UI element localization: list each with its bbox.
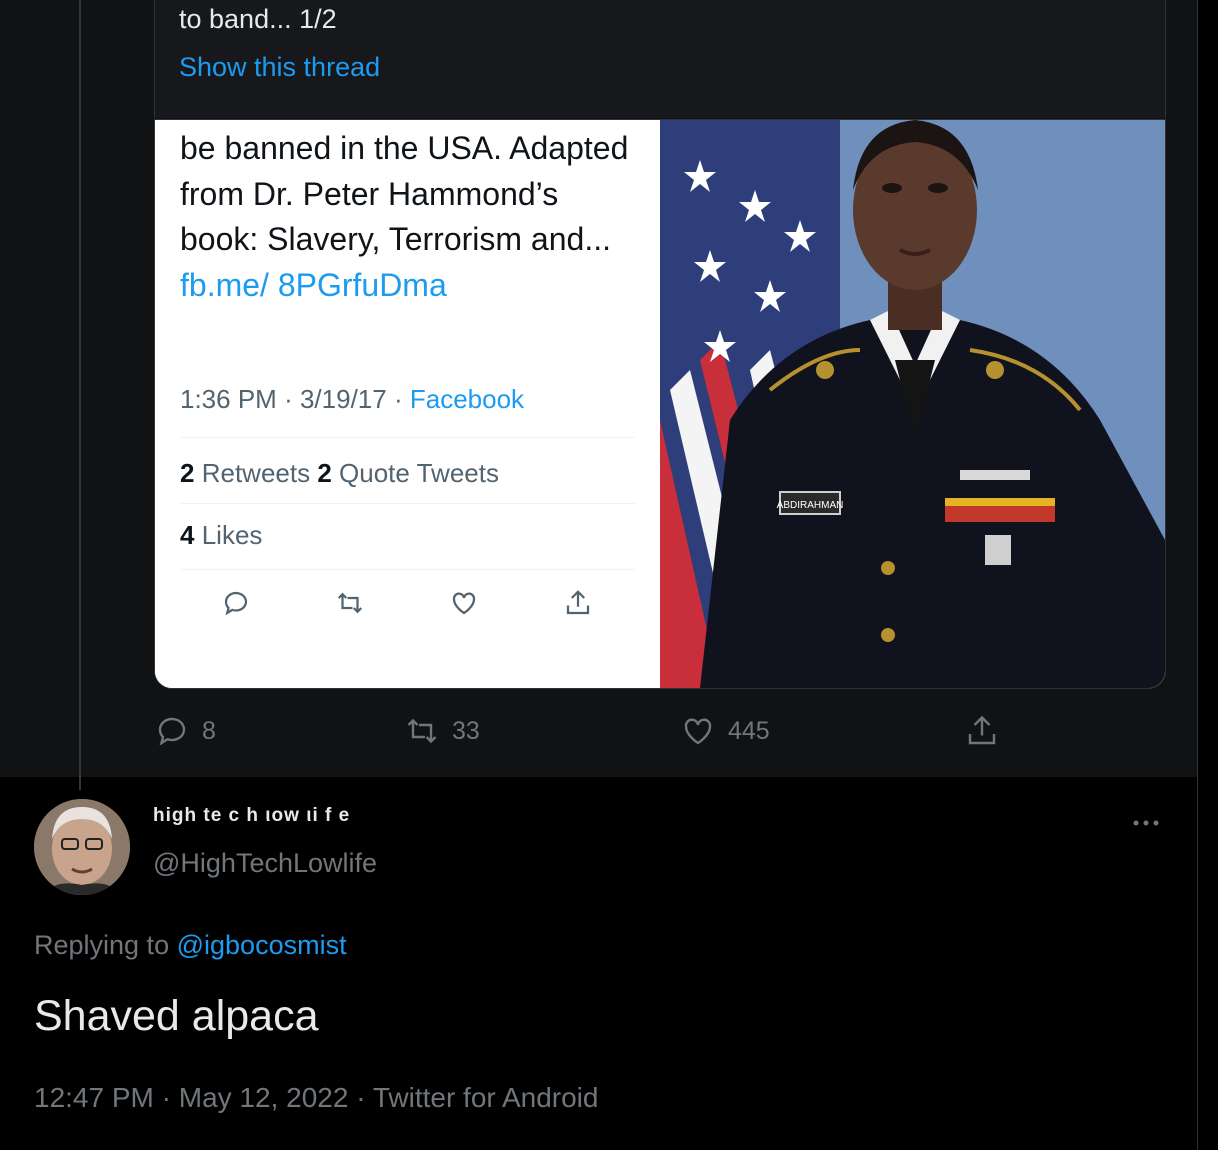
mention-link[interactable]: @igbocosmist (177, 930, 347, 960)
likes-label: Likes (201, 520, 263, 550)
tweet-media[interactable]: be banned in the USA. Adapted from Dr. P… (154, 119, 1166, 689)
retweets-label: Retweets (201, 458, 311, 488)
display-name[interactable]: high te c h ιow ιi f e (153, 805, 350, 827)
meta-separator: · (393, 384, 403, 414)
share-icon (968, 715, 996, 745)
screenshot-meta: 1:36 PM · 3/19/17 · Facebook (180, 384, 524, 415)
tweet-time[interactable]: 12:47 PM (34, 1082, 154, 1113)
share-icon (566, 590, 590, 615)
likes-count: 4 (180, 520, 195, 550)
user-handle[interactable]: @HighTechLowlife (153, 848, 377, 879)
like-button[interactable]: 445 (680, 713, 770, 749)
tweet-text: Shaved alpaca (34, 992, 319, 1040)
show-thread-link[interactable]: Show this thread (179, 52, 380, 83)
tweet-action-bar: 8 33 445 (154, 713, 1034, 753)
avatar[interactable] (34, 799, 130, 895)
share-button[interactable] (964, 713, 1000, 749)
tweet-timestamp: 12:47 PM · May 12, 2022 · Twitter for An… (34, 1082, 598, 1114)
replying-to-line: Replying to @igbocosmist (34, 930, 347, 961)
media-image-portrait-photo[interactable]: ABDIRAHMAN (660, 120, 1165, 688)
tweet-date[interactable]: May 12, 2022 (179, 1082, 349, 1113)
screenshot-link: fb.me/ 8PGrfuDma (180, 266, 447, 303)
screenshot-stats: 2 Retweets 2 Quote Tweets (180, 458, 499, 489)
meta-separator: · (284, 384, 293, 414)
divider (180, 569, 635, 570)
screenshot-date: 3/19/17 (299, 384, 387, 414)
name-tag: ABDIRAHMAN (777, 500, 844, 511)
tweet-client[interactable]: Twitter for Android (373, 1082, 599, 1113)
more-options-icon[interactable] (1128, 808, 1164, 838)
screenshot-source: Facebook (409, 384, 525, 414)
meta-separator: · (356, 1082, 366, 1113)
retweet-count: 33 (452, 716, 480, 745)
like-icon (684, 718, 712, 745)
meta-separator: · (161, 1082, 171, 1113)
divider (180, 437, 635, 438)
quotes-count: 2 (317, 458, 332, 488)
screenshot-time: 1:36 PM (180, 384, 277, 414)
avatar-image (34, 799, 130, 895)
reply-button[interactable]: 8 (154, 713, 216, 749)
like-count: 445 (728, 716, 770, 745)
quoted-tweet-text: to band... 1/2 (179, 4, 337, 34)
media-image-tweet-screenshot[interactable]: be banned in the USA. Adapted from Dr. P… (155, 120, 657, 688)
portrait-illustration: ABDIRAHMAN (660, 120, 1165, 688)
retweets-count: 2 (180, 458, 195, 488)
reply-icon (158, 717, 186, 746)
reply-count: 8 (202, 716, 216, 745)
column-border (1197, 0, 1198, 1150)
reply-icon (224, 591, 248, 616)
like-icon (452, 592, 476, 615)
retweet-button[interactable]: 33 (404, 713, 480, 749)
screenshot-likes: 4 Likes (180, 520, 262, 551)
screenshot-tweet-body: be banned in the USA. Adapted from Dr. P… (180, 126, 640, 308)
replying-to-label: Replying to (34, 930, 170, 960)
thread-connector-line (79, 0, 81, 790)
quotes-label: Quote Tweets (339, 458, 499, 488)
retweet-icon (407, 718, 437, 744)
divider (180, 503, 635, 504)
retweet-icon (337, 592, 363, 614)
screenshot-body-text: be banned in the USA. Adapted from Dr. P… (180, 130, 629, 257)
